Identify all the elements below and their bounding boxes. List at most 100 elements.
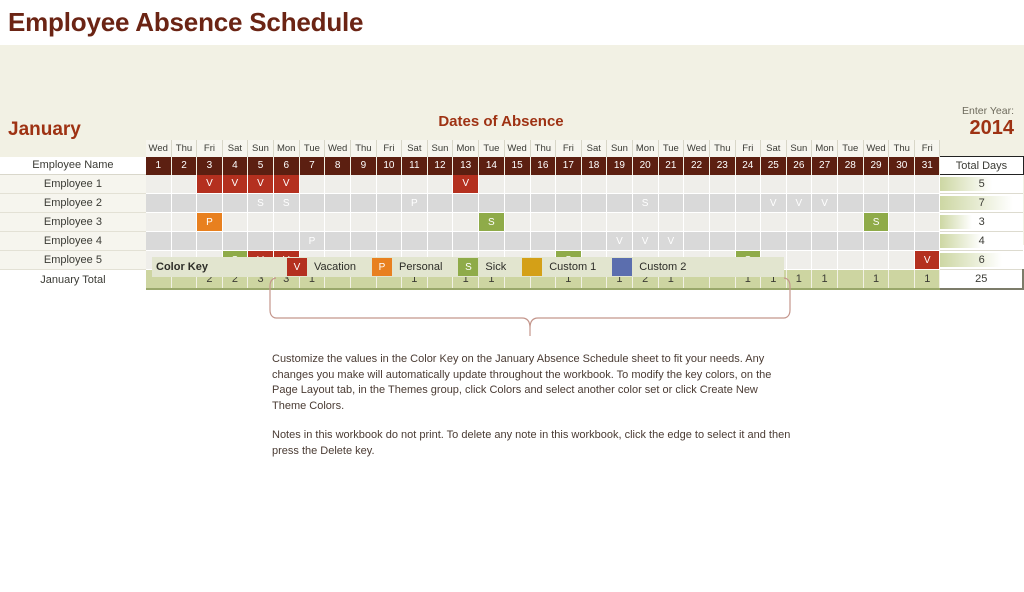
empty-cell[interactable]: [888, 193, 916, 213]
empty-cell[interactable]: [401, 174, 428, 194]
empty-cell[interactable]: [658, 193, 685, 213]
empty-cell[interactable]: [735, 174, 761, 194]
empty-cell[interactable]: [145, 193, 172, 213]
empty-cell[interactable]: [683, 231, 710, 251]
empty-cell[interactable]: [709, 212, 736, 232]
empty-cell[interactable]: [171, 231, 198, 251]
empty-cell[interactable]: [299, 193, 326, 213]
empty-cell[interactable]: [171, 193, 198, 213]
empty-cell[interactable]: [606, 174, 633, 194]
color-key-item-custom-2[interactable]: Custom 2: [612, 258, 702, 276]
empty-cell[interactable]: [811, 174, 838, 194]
empty-cell[interactable]: [888, 231, 916, 251]
absence-cell-V[interactable]: V: [760, 193, 787, 213]
empty-cell[interactable]: [427, 174, 454, 194]
empty-cell[interactable]: [683, 193, 710, 213]
absence-cell-P[interactable]: P: [196, 212, 223, 232]
empty-cell[interactable]: [452, 212, 480, 232]
empty-cell[interactable]: [863, 231, 890, 251]
empty-cell[interactable]: [735, 231, 761, 251]
empty-cell[interactable]: [401, 231, 428, 251]
empty-cell[interactable]: [555, 212, 582, 232]
absence-cell-V[interactable]: V: [786, 193, 813, 213]
empty-cell[interactable]: [350, 174, 377, 194]
absence-cell-V[interactable]: V: [273, 174, 300, 194]
empty-cell[interactable]: [452, 193, 480, 213]
absence-cell-V[interactable]: V: [811, 193, 838, 213]
empty-cell[interactable]: [273, 212, 300, 232]
color-key-item-vacation[interactable]: V Vacation: [287, 258, 372, 276]
empty-cell[interactable]: [299, 174, 326, 194]
empty-cell[interactable]: [709, 174, 736, 194]
empty-cell[interactable]: [786, 231, 813, 251]
empty-cell[interactable]: [760, 212, 787, 232]
empty-cell[interactable]: [888, 212, 916, 232]
empty-cell[interactable]: [376, 212, 403, 232]
empty-cell[interactable]: [145, 174, 172, 194]
empty-cell[interactable]: [324, 174, 352, 194]
empty-cell[interactable]: [504, 231, 531, 251]
absence-cell-S[interactable]: S: [632, 193, 659, 213]
empty-cell[interactable]: [837, 250, 864, 270]
absence-cell-V[interactable]: V: [914, 250, 941, 270]
table-row[interactable]: Employee 4PVVV4: [0, 231, 1023, 251]
color-key-item-custom-1[interactable]: Custom 1: [522, 258, 612, 276]
empty-cell[interactable]: [914, 212, 941, 232]
empty-cell[interactable]: [837, 231, 864, 251]
empty-cell[interactable]: [530, 174, 557, 194]
empty-cell[interactable]: [632, 212, 659, 232]
empty-cell[interactable]: [581, 174, 608, 194]
empty-cell[interactable]: [222, 231, 249, 251]
empty-cell[interactable]: [683, 174, 710, 194]
empty-cell[interactable]: [350, 193, 377, 213]
absence-cell-V[interactable]: V: [606, 231, 633, 251]
absence-cell-S[interactable]: S: [863, 212, 890, 232]
empty-cell[interactable]: [196, 193, 223, 213]
absence-cell-S[interactable]: S: [478, 212, 505, 232]
empty-cell[interactable]: [811, 231, 838, 251]
empty-cell[interactable]: [145, 212, 172, 232]
empty-cell[interactable]: [427, 193, 454, 213]
empty-cell[interactable]: [863, 174, 890, 194]
empty-cell[interactable]: [478, 193, 505, 213]
empty-cell[interactable]: [376, 193, 403, 213]
absence-cell-V[interactable]: V: [658, 231, 685, 251]
empty-cell[interactable]: [530, 231, 557, 251]
empty-cell[interactable]: [504, 193, 531, 213]
empty-cell[interactable]: [888, 250, 916, 270]
year-input-value[interactable]: 2014: [962, 118, 1015, 139]
empty-cell[interactable]: [350, 212, 377, 232]
empty-cell[interactable]: [606, 193, 633, 213]
empty-cell[interactable]: [863, 193, 890, 213]
color-key-item-sick[interactable]: S Sick: [458, 258, 522, 276]
empty-cell[interactable]: [427, 231, 454, 251]
absence-cell-P[interactable]: P: [401, 193, 428, 213]
empty-cell[interactable]: [811, 212, 838, 232]
absence-cell-V[interactable]: V: [632, 231, 659, 251]
empty-cell[interactable]: [683, 212, 710, 232]
empty-cell[interactable]: [376, 174, 403, 194]
empty-cell[interactable]: [504, 212, 531, 232]
empty-cell[interactable]: [735, 193, 761, 213]
empty-cell[interactable]: [324, 193, 352, 213]
absence-cell-V[interactable]: V: [247, 174, 274, 194]
absence-cell-V[interactable]: V: [222, 174, 249, 194]
empty-cell[interactable]: [914, 174, 941, 194]
empty-cell[interactable]: [837, 174, 864, 194]
table-row[interactable]: Employee 2SSPSVVV7: [0, 193, 1023, 213]
empty-cell[interactable]: [530, 212, 557, 232]
empty-cell[interactable]: [171, 174, 198, 194]
empty-cell[interactable]: [196, 231, 223, 251]
empty-cell[interactable]: [427, 212, 454, 232]
absence-cell-V[interactable]: V: [452, 174, 480, 194]
table-row[interactable]: Employee 1VVVVV5: [0, 174, 1023, 194]
empty-cell[interactable]: [478, 231, 505, 251]
absence-cell-V[interactable]: V: [196, 174, 223, 194]
empty-cell[interactable]: [530, 193, 557, 213]
empty-cell[interactable]: [888, 174, 916, 194]
empty-cell[interactable]: [709, 231, 736, 251]
empty-cell[interactable]: [555, 231, 582, 251]
empty-cell[interactable]: [735, 212, 761, 232]
empty-cell[interactable]: [863, 250, 890, 270]
empty-cell[interactable]: [709, 193, 736, 213]
